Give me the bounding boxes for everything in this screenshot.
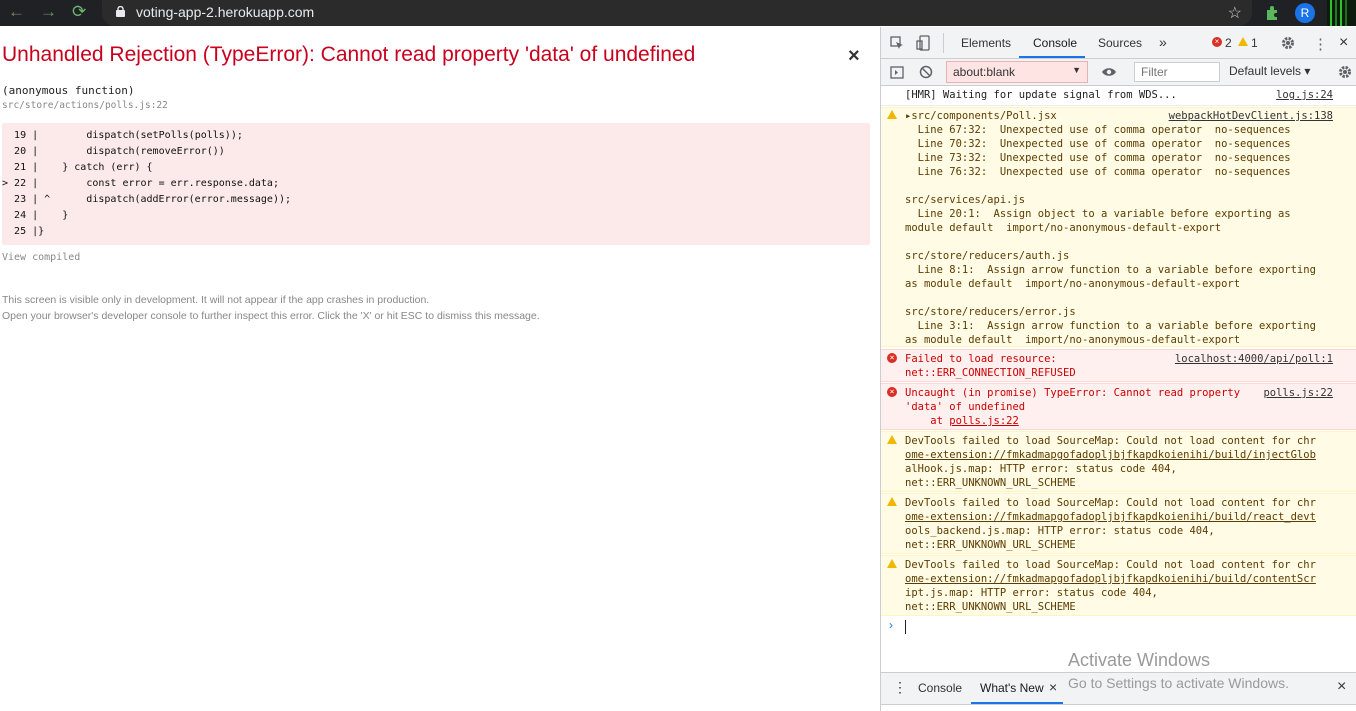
console-message-warning: ▸src/components/Poll.jsx webpackHotDevCl… bbox=[881, 107, 1356, 347]
url-text[interactable]: voting-app-2.herokuapp.com bbox=[136, 4, 314, 20]
dev-note-line2: Open your browser's developer console to… bbox=[2, 310, 540, 322]
console-prompt-icon: › bbox=[889, 618, 893, 632]
live-expression-eye-icon[interactable] bbox=[1101, 66, 1117, 78]
console-toolbar: about:blank▼ Default levels ▾ bbox=[881, 59, 1356, 86]
drawer-menu-icon[interactable]: ⋮ bbox=[893, 679, 907, 696]
tab-sources[interactable]: Sources bbox=[1098, 36, 1142, 50]
profile-avatar[interactable]: R bbox=[1295, 3, 1315, 23]
code-frame: 19 | dispatch(setPolls(polls)); 20 | dis… bbox=[2, 123, 870, 245]
view-compiled-link[interactable]: View compiled bbox=[2, 252, 80, 263]
kebab-menu-icon[interactable]: ⋮ bbox=[1313, 35, 1328, 53]
sidebar-toggle-icon[interactable] bbox=[890, 66, 904, 79]
devtools-panel: Elements Console Sources » × 2 1 ⋮ × abo… bbox=[880, 27, 1356, 711]
lock-icon bbox=[116, 6, 125, 17]
console-message-error: × Failed to load resource: localhost:400… bbox=[881, 349, 1356, 382]
stack-file-path[interactable]: src/store/actions/polls.js:22 bbox=[2, 100, 168, 111]
log-levels-dropdown[interactable]: Default levels ▾ bbox=[1229, 64, 1310, 78]
cpu-meter-decoration bbox=[1327, 0, 1356, 26]
console-messages: [HMR] Waiting for update signal from WDS… bbox=[881, 86, 1356, 676]
warning-icon bbox=[887, 559, 897, 568]
console-message-warning: DevTools failed to load SourceMap: Could… bbox=[881, 493, 1356, 554]
close-drawer-icon[interactable]: × bbox=[1337, 678, 1346, 696]
clear-console-icon[interactable] bbox=[919, 65, 933, 79]
back-arrow-icon[interactable]: ← bbox=[8, 3, 25, 21]
bookmark-star-icon[interactable]: ☆ bbox=[1228, 3, 1242, 23]
code-line: 21 | } catch (err) { bbox=[14, 162, 153, 173]
browser-toolbar: ← → ⟳ voting-app-2.herokuapp.com ☆ R bbox=[0, 0, 1356, 26]
error-count-icon[interactable]: × bbox=[1212, 37, 1222, 47]
error-title: Unhandled Rejection (TypeError): Cannot … bbox=[2, 43, 696, 66]
stack-function-name: (anonymous function) bbox=[2, 84, 135, 97]
error-icon: × bbox=[887, 387, 897, 397]
drawer-content bbox=[881, 704, 1356, 711]
forward-arrow-icon[interactable]: → bbox=[40, 3, 57, 21]
console-message-warning: DevTools failed to load SourceMap: Could… bbox=[881, 555, 1356, 616]
tab-elements[interactable]: Elements bbox=[961, 36, 1011, 50]
close-overlay-icon[interactable]: × bbox=[848, 45, 860, 68]
source-link[interactable]: webpackHotDevClient.js:138 bbox=[1169, 109, 1333, 123]
code-line: 25 |} bbox=[14, 226, 45, 237]
error-count[interactable]: 2 bbox=[1225, 36, 1232, 50]
close-tab-icon[interactable]: × bbox=[1049, 679, 1057, 695]
console-settings-gear-icon[interactable] bbox=[1338, 65, 1352, 79]
tab-divider bbox=[943, 33, 944, 53]
context-selector[interactable]: about:blank ▼ bbox=[946, 61, 1088, 83]
active-tab-underline bbox=[1019, 56, 1085, 58]
warning-icon bbox=[887, 110, 897, 119]
extensions-puzzle-icon[interactable] bbox=[1264, 4, 1282, 22]
source-link[interactable]: log.js:24 bbox=[1276, 88, 1333, 102]
warning-icon bbox=[887, 435, 897, 444]
console-message-warning: DevTools failed to load SourceMap: Could… bbox=[881, 431, 1356, 492]
reload-icon[interactable]: ⟳ bbox=[72, 3, 86, 21]
address-bar[interactable]: voting-app-2.herokuapp.com ☆ bbox=[102, 0, 1252, 26]
drawer-tab-whats-new[interactable]: What's New bbox=[980, 681, 1044, 695]
sourcemap-link[interactable]: ome-extension://fmkadmapgofadopljbjfkapd… bbox=[905, 572, 1316, 586]
sourcemap-link[interactable]: ome-extension://fmkadmapgofadopljbjfkapd… bbox=[905, 448, 1316, 462]
activate-windows-title: Activate Windows bbox=[1068, 650, 1211, 670]
source-link[interactable]: localhost:4000/api/poll:1 bbox=[1175, 352, 1333, 366]
devtools-tabbar: Elements Console Sources » × 2 1 ⋮ × bbox=[881, 27, 1356, 59]
tab-console[interactable]: Console bbox=[1033, 36, 1077, 50]
more-tabs-icon[interactable]: » bbox=[1159, 34, 1167, 50]
console-input[interactable] bbox=[905, 620, 906, 634]
activate-windows-subtitle: Go to Settings to activate Windows. bbox=[1068, 675, 1289, 691]
dropdown-arrow-icon: ▼ bbox=[1072, 65, 1081, 75]
code-line: 24 | } bbox=[14, 210, 69, 221]
code-line: 19 | dispatch(setPolls(polls)); bbox=[14, 130, 243, 141]
warning-count-icon[interactable] bbox=[1238, 37, 1248, 46]
error-overlay: Unhandled Rejection (TypeError): Cannot … bbox=[0, 27, 880, 711]
error-icon: × bbox=[887, 353, 897, 363]
expand-warning[interactable]: ▸src/components/Poll.jsx bbox=[905, 109, 1057, 123]
code-line: 20 | dispatch(removeError()) bbox=[14, 146, 225, 157]
warning-icon bbox=[887, 497, 897, 506]
console-message-log: [HMR] Waiting for update signal from WDS… bbox=[881, 88, 1356, 106]
device-toolbar-icon[interactable] bbox=[916, 35, 930, 51]
close-devtools-icon[interactable]: × bbox=[1339, 34, 1348, 52]
code-line-highlighted: > 22 | const error = err.response.data; bbox=[2, 178, 279, 189]
console-message-error: × Uncaught (in promise) TypeError: Canno… bbox=[881, 383, 1356, 430]
stack-link[interactable]: polls.js:22 bbox=[949, 415, 1019, 427]
sourcemap-link[interactable]: ome-extension://fmkadmapgofadopljbjfkapd… bbox=[905, 510, 1316, 524]
warning-count[interactable]: 1 bbox=[1251, 36, 1258, 50]
dev-note-line1: This screen is visible only in developme… bbox=[2, 294, 430, 306]
console-filter-input[interactable] bbox=[1134, 62, 1220, 82]
settings-gear-icon[interactable] bbox=[1281, 36, 1295, 50]
source-link[interactable]: polls.js:22 bbox=[1263, 386, 1333, 400]
inspect-element-icon[interactable] bbox=[890, 36, 904, 50]
drawer-tab-console[interactable]: Console bbox=[918, 681, 962, 695]
code-line: 23 | ^ dispatch(addError(error.message))… bbox=[14, 194, 292, 205]
